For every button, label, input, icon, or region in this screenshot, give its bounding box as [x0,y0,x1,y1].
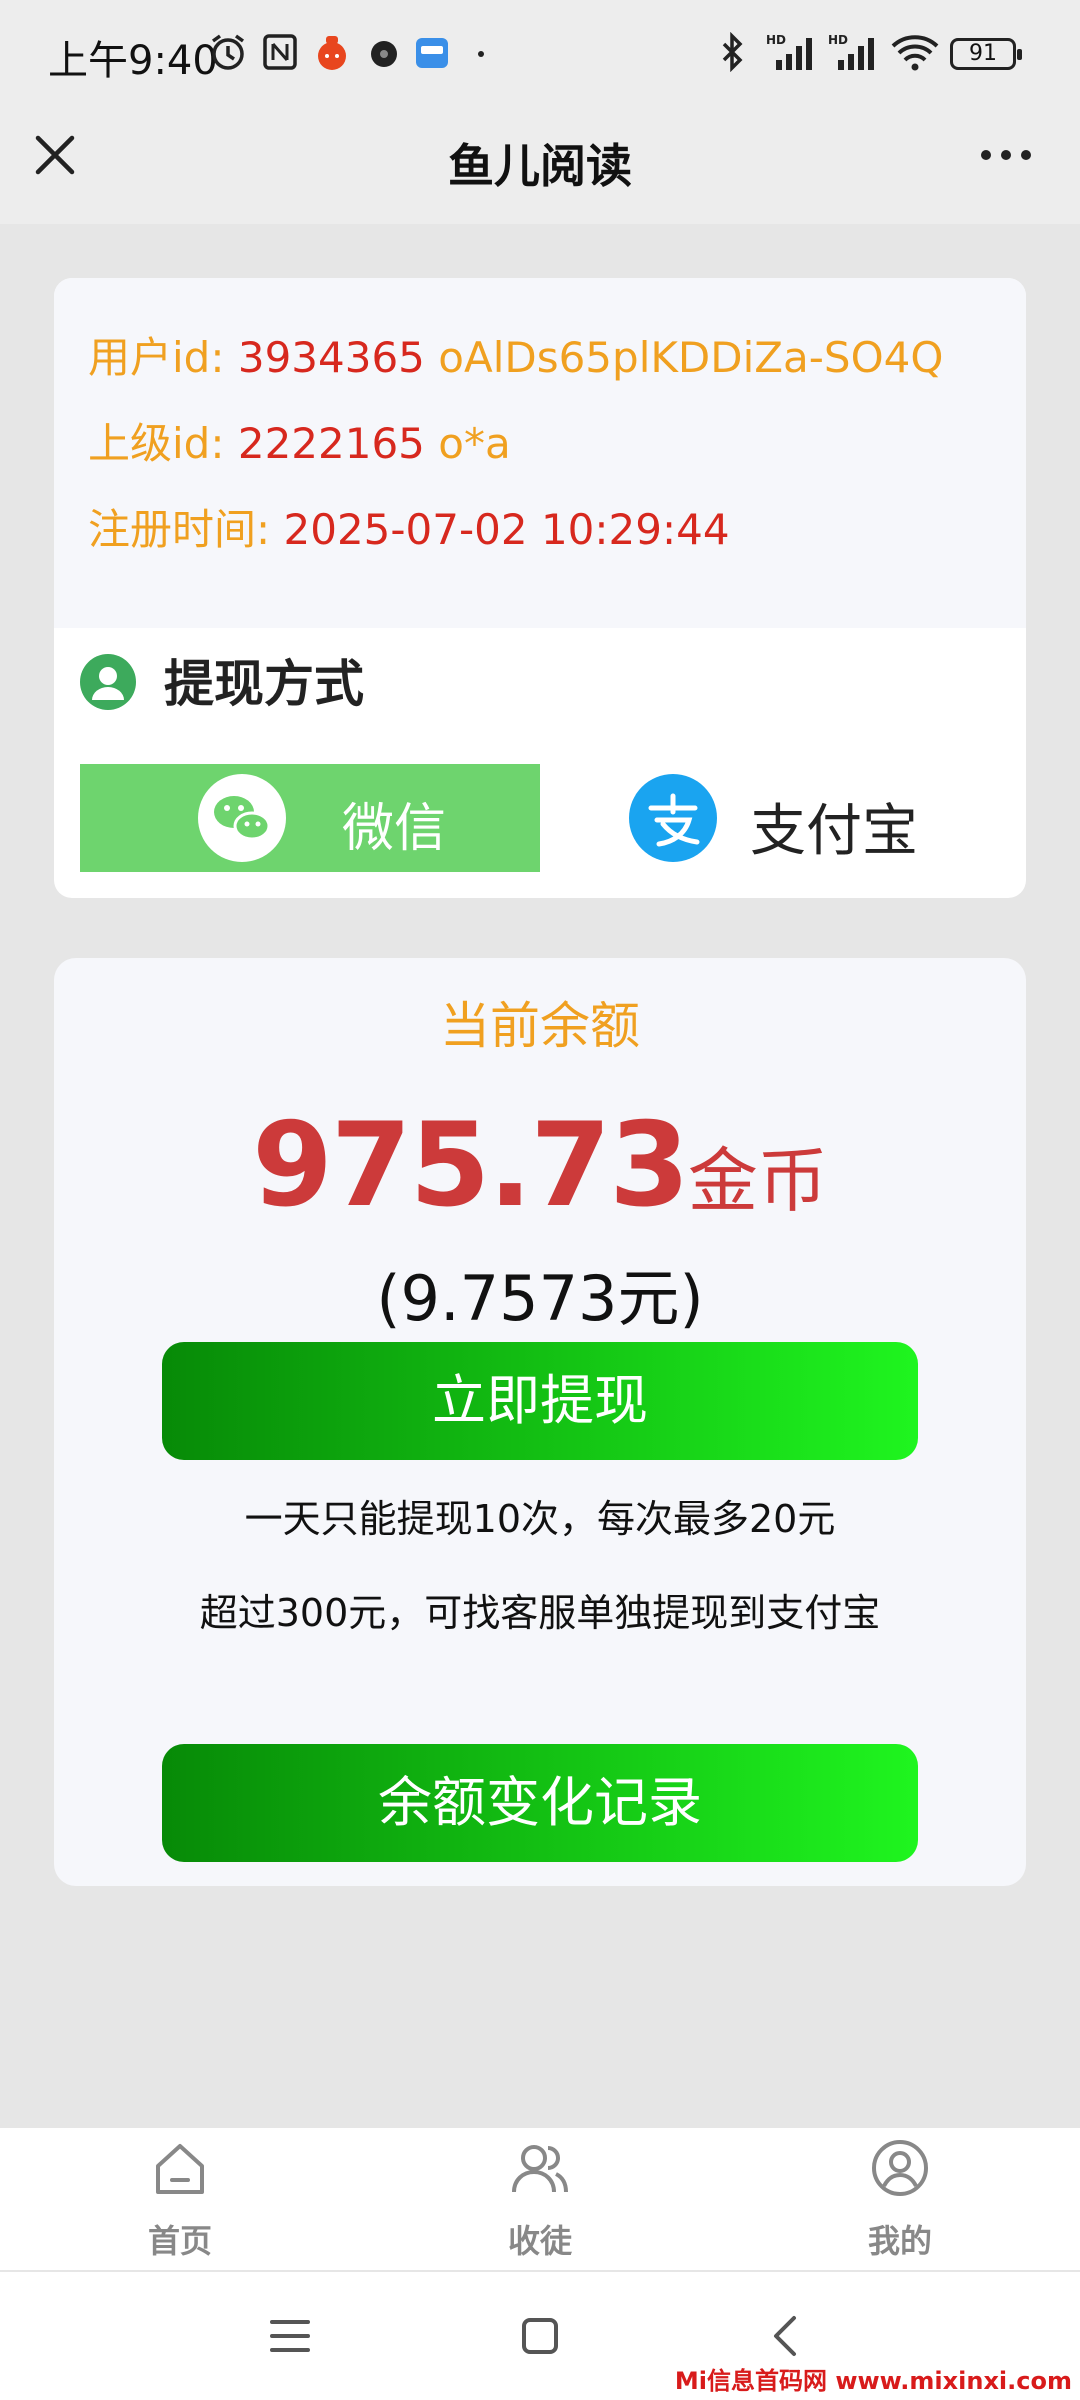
more-options-icon[interactable] [978,140,1034,170]
large-withdraw-note: 超过300元，可找客服单独提现到支付宝 [199,1591,881,1635]
account-card: 用户id: 3934365 oAlDs65plKDDiZa-SO4Q 上级id:… [54,278,1026,898]
users-icon [512,2145,568,2193]
parent-id-line: 上级id: 2222165 o*a [88,410,511,471]
user-id-label: 用户id: [88,333,225,382]
wechat-icon [198,774,286,862]
balance-unit: 金币 [687,1140,828,1222]
register-time-label: 注册时间: [88,505,271,554]
svg-text:HD: HD [828,33,848,47]
status-bar: 上午9:40 HD HD 91 [0,0,1080,100]
profile-icon [872,2140,928,2196]
nav-item-home[interactable]: 首页 [80,2128,280,2270]
balance-title: 当前余额 [440,997,640,1055]
nav-item-apprentice[interactable]: 收徒 [440,2128,640,2270]
parent-id-value: 2222165 [237,419,425,468]
watermark: Mi信息首码网 www.mixinxi.com [674,2367,1072,2395]
app-notification-icon [318,36,346,70]
nav-item-mine[interactable]: 我的 [800,2128,1000,2270]
home-button-icon[interactable] [516,2312,564,2360]
alipay-icon[interactable] [629,774,717,862]
app-header: 鱼儿阅读 [0,100,1080,224]
withdraw-limit-note: 一天只能提现10次，每次最多20元 [244,1497,836,1541]
balance-amount: 975.73 [252,1098,690,1233]
signal-hd-icon: HD [766,33,812,70]
menu-icon[interactable] [266,2312,314,2360]
nav-label-apprentice: 收徒 [507,2222,572,2260]
page-title: 鱼儿阅读 [448,139,632,193]
register-time-line: 注册时间: 2025-07-02 10:29:44 [88,496,730,557]
parent-id-label: 上级id: [88,419,225,468]
status-time: 上午9:40 [48,38,218,84]
battery-indicator: 91 [950,38,1022,70]
user-id-value: 3934365 [237,333,425,382]
withdraw-method-title: 提现方式 [164,655,364,713]
home-icon [156,2144,204,2194]
nav-label-mine: 我的 [867,2222,932,2260]
user-id-line: 用户id: 3934365 oAlDs65plKDDiZa-SO4Q [88,324,943,385]
user-icon [80,654,136,710]
alipay-label[interactable]: 支付宝 [750,786,918,867]
user-openid: oAlDs65plKDDiZa-SO4Q [438,333,944,382]
wechat-label: 微信 [342,799,447,859]
nav-label-home: 首页 [147,2222,212,2260]
svg-text:HD: HD [766,33,786,47]
system-nav-bar: Mi信息首码网 www.mixinxi.com [0,2272,1080,2400]
back-icon[interactable] [762,2312,810,2360]
wallet-app-icon [416,38,448,68]
alarm-icon [211,34,245,70]
account-info: 用户id: 3934365 oAlDs65plKDDiZa-SO4Q 上级id:… [54,278,1026,628]
balance-card: 当前余额 975.73金币 (9.7573元) 立即提现 一天只能提现10次，每… [54,958,1026,1886]
wechat-pay-option[interactable]: 微信 [80,764,540,872]
parent-name: o*a [438,419,511,468]
bluetooth-icon [722,32,743,72]
register-time-value: 2025-07-02 10:29:44 [283,505,730,554]
music-app-icon [371,41,397,67]
dot-icon [478,51,484,57]
nfc-icon [263,34,297,70]
balance-amount-row: 975.73金币 [54,1098,1026,1233]
withdraw-now-button[interactable]: 立即提现 [162,1342,918,1460]
signal-hd-icon-2: HD [828,33,874,70]
balance-yuan: (9.7573元) [376,1262,704,1335]
wifi-icon [891,35,939,71]
balance-history-button[interactable]: 余额变化记录 [162,1744,918,1862]
bottom-nav: 首页 收徒 我的 [0,2128,1080,2270]
